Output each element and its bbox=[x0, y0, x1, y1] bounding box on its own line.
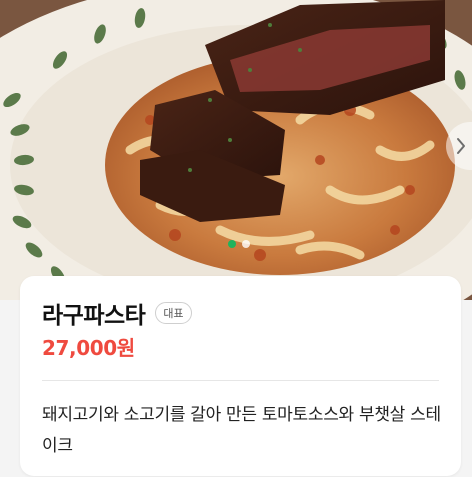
signature-badge: 대표 bbox=[155, 302, 192, 324]
carousel-dot-1[interactable] bbox=[228, 240, 236, 248]
menu-info-card: 라구파스타 대표 27,000원 돼지고기와 소고기를 갈아 만든 토마토소스와… bbox=[20, 276, 461, 476]
menu-photo-carousel[interactable] bbox=[0, 0, 472, 300]
menu-description: 돼지고기와 소고기를 갈아 만든 토마토소스와 부챗살 스테이크 bbox=[42, 405, 441, 456]
divider bbox=[42, 380, 439, 381]
carousel-dot-2[interactable] bbox=[242, 240, 250, 248]
menu-price: 27,000원 bbox=[42, 336, 135, 360]
chevron-right-icon bbox=[457, 138, 465, 154]
menu-name: 라구파스타 bbox=[42, 303, 146, 329]
pasta-photo bbox=[0, 0, 472, 300]
carousel-indicators bbox=[228, 240, 250, 248]
menu-title-row: 라구파스타 대표 bbox=[42, 296, 192, 330]
